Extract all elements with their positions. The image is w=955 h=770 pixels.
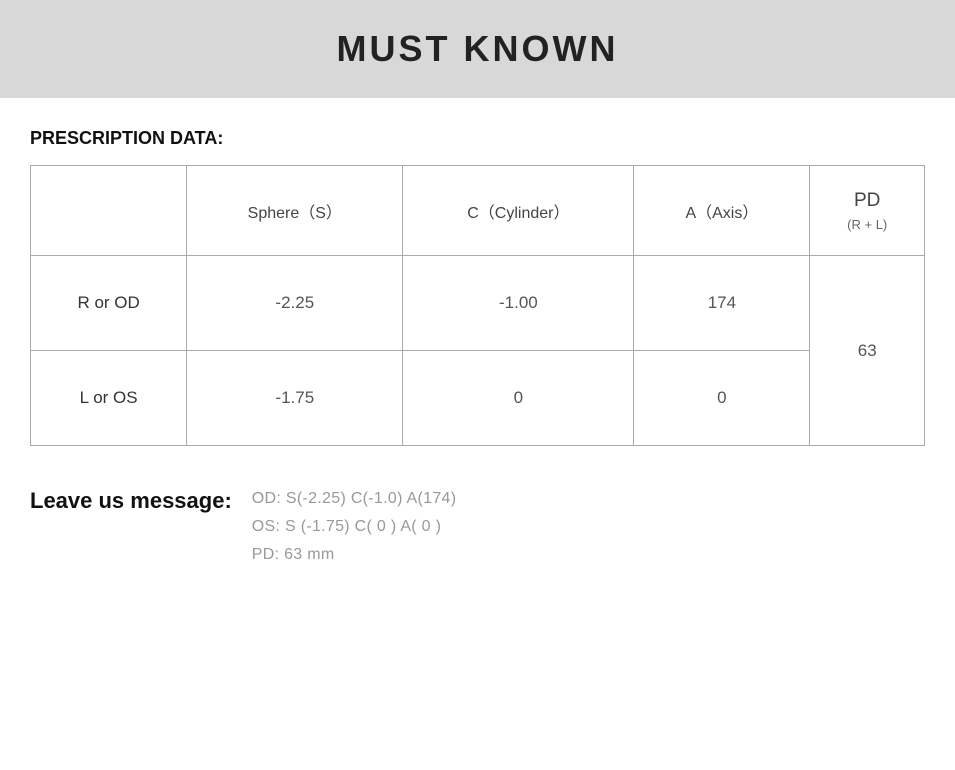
table-row: R or OD -2.25 -1.00 174 63	[31, 256, 925, 351]
row-os-cylinder: 0	[403, 351, 634, 446]
section-label: PRESCRIPTION DATA:	[30, 128, 925, 149]
col-header-cylinder: C（Cylinder）	[403, 166, 634, 256]
col-header-label	[31, 166, 187, 256]
row-od-axis: 174	[634, 256, 810, 351]
row-od-cylinder: -1.00	[403, 256, 634, 351]
message-line-od: OD: S(-2.25) C(-1.0) A(174)	[252, 490, 457, 508]
table-row: L or OS -1.75 0 0	[31, 351, 925, 446]
row-os-axis: 0	[634, 351, 810, 446]
row-label-os: L or OS	[31, 351, 187, 446]
leave-message-section: Leave us message: OD: S(-2.25) C(-1.0) A…	[30, 486, 925, 564]
message-details: OD: S(-2.25) C(-1.0) A(174) OS: S (-1.75…	[252, 486, 457, 564]
prescription-table: Sphere（S） C（Cylinder） A（Axis） PD (R + L)…	[30, 165, 925, 446]
message-line-pd: PD: 63 mm	[252, 546, 457, 564]
message-line-os: OS: S (-1.75) C( 0 ) A( 0 )	[252, 518, 457, 536]
header-bar: MUST KNOWN	[0, 0, 955, 98]
col-header-pd: PD (R + L)	[810, 166, 925, 256]
pd-value: 63	[810, 256, 925, 446]
pd-header-sub: (R + L)	[820, 215, 914, 235]
row-od-sphere: -2.25	[187, 256, 403, 351]
row-os-sphere: -1.75	[187, 351, 403, 446]
content-area: PRESCRIPTION DATA: Sphere（S） C（Cylinder）…	[0, 128, 955, 604]
leave-message-label: Leave us message:	[30, 486, 252, 514]
row-label-od: R or OD	[31, 256, 187, 351]
pd-header-main: PD	[820, 187, 914, 216]
col-header-axis: A（Axis）	[634, 166, 810, 256]
col-header-sphere: Sphere（S）	[187, 166, 403, 256]
table-header-row: Sphere（S） C（Cylinder） A（Axis） PD (R + L)	[31, 166, 925, 256]
page-title: MUST KNOWN	[337, 28, 619, 69]
